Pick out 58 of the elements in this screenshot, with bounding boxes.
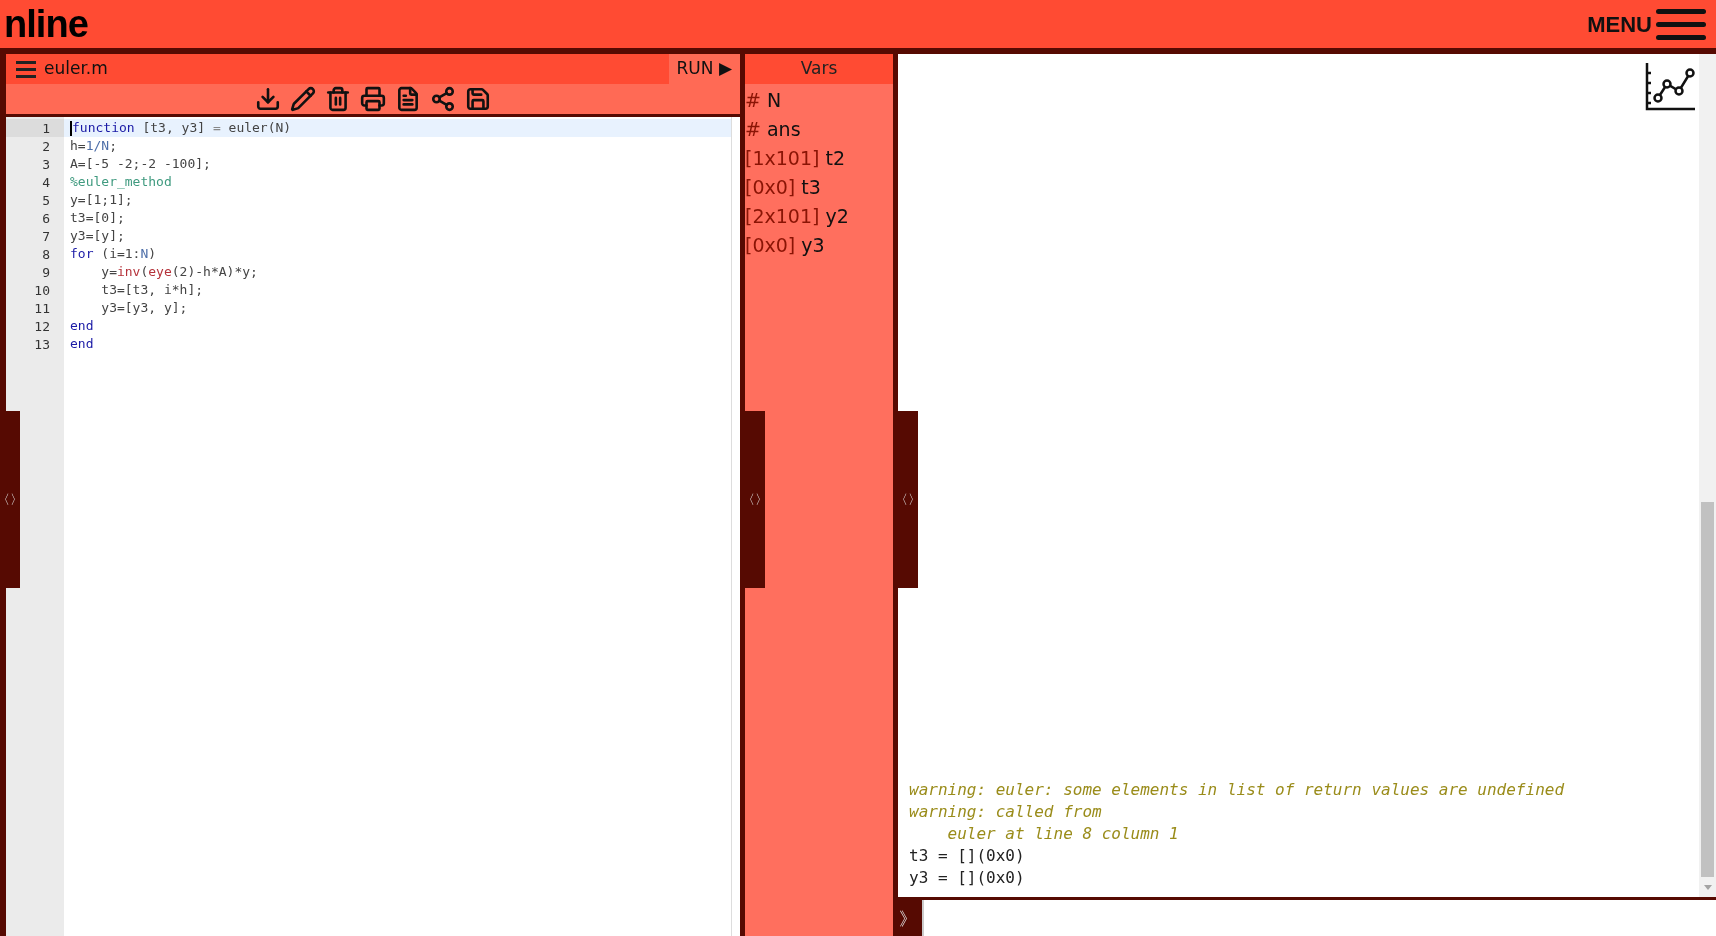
variable-item[interactable]: [0x0] y3	[745, 231, 893, 260]
code-line: end	[70, 317, 94, 336]
console-line: t3 = [](0x0)	[909, 845, 1025, 867]
splitter-handle[interactable]: 〈〉	[898, 411, 918, 588]
code-line: A=[-5 -2;-2 -100];	[70, 155, 211, 174]
download-icon[interactable]	[255, 86, 281, 112]
console-line: warning: euler: some elements in list of return values are undefined	[909, 779, 1565, 801]
code-line: %euler_method	[70, 173, 172, 192]
text-cursor	[70, 120, 72, 136]
run-button[interactable]: RUN ▶	[668, 54, 740, 84]
variable-item[interactable]: [2x101] y2	[745, 202, 893, 231]
line-number: 1	[42, 121, 50, 136]
variable-item[interactable]: [1x101] t2	[745, 144, 893, 173]
line-number: 13	[34, 337, 50, 352]
splitter-handle[interactable]: 〈〉	[745, 411, 765, 588]
line-number: 8	[42, 247, 50, 262]
line-number: 2	[42, 139, 50, 154]
variable-item[interactable]: [0x0] t3	[745, 173, 893, 202]
code-line: y=inv(eye(2)-h*A)*y;	[100, 263, 258, 282]
variable-item[interactable]: # N	[745, 86, 893, 115]
line-number: 12	[34, 319, 50, 334]
line-number: 7	[42, 229, 50, 244]
pencil-icon[interactable]	[290, 86, 316, 112]
file-name: euler.m	[44, 57, 108, 81]
code-line: for (i=1:N)	[70, 245, 157, 264]
console-line: warning: called from	[909, 801, 1102, 823]
variable-item[interactable]: # ans	[745, 115, 893, 144]
code-line: t3=[t3, i*h];	[100, 281, 204, 300]
save-icon[interactable]	[465, 86, 491, 112]
menu-icon[interactable]	[16, 60, 36, 78]
code-line: function [t3, y3] = euler(N)	[72, 119, 292, 138]
code-line: y3=[y3, y];	[100, 299, 188, 318]
logo[interactable]: nline	[4, 5, 88, 43]
line-number: 6	[42, 211, 50, 226]
code-line: h=1/N;	[70, 137, 117, 156]
console-line: euler at line 8 column 1	[946, 823, 1179, 845]
panel-title: Vars	[800, 57, 838, 81]
menu-label[interactable]: MENU	[1587, 7, 1652, 41]
line-number: 3	[42, 157, 50, 172]
share-icon[interactable]	[430, 86, 456, 112]
printer-icon[interactable]	[360, 86, 386, 112]
code-line: y3=[y];	[70, 227, 125, 246]
code-line: y=[1;1];	[70, 191, 133, 210]
menu-icon[interactable]	[1656, 7, 1706, 41]
console-line: y3 = [](0x0)	[909, 867, 1025, 889]
line-number: 11	[34, 301, 50, 316]
document-icon[interactable]	[395, 86, 421, 112]
line-number: 10	[34, 283, 50, 298]
command-input[interactable]	[922, 900, 1716, 936]
line-number: 9	[42, 265, 50, 280]
line-number: 4	[42, 175, 50, 190]
trash-icon[interactable]	[325, 86, 351, 112]
line-number: 5	[42, 193, 50, 208]
code-line: t3=[0];	[70, 209, 125, 228]
plot-icon[interactable]	[1645, 61, 1697, 111]
prompt-glyph: 》	[898, 906, 918, 931]
code-line: end	[70, 335, 94, 354]
scroll-thumb[interactable]	[1701, 502, 1714, 877]
